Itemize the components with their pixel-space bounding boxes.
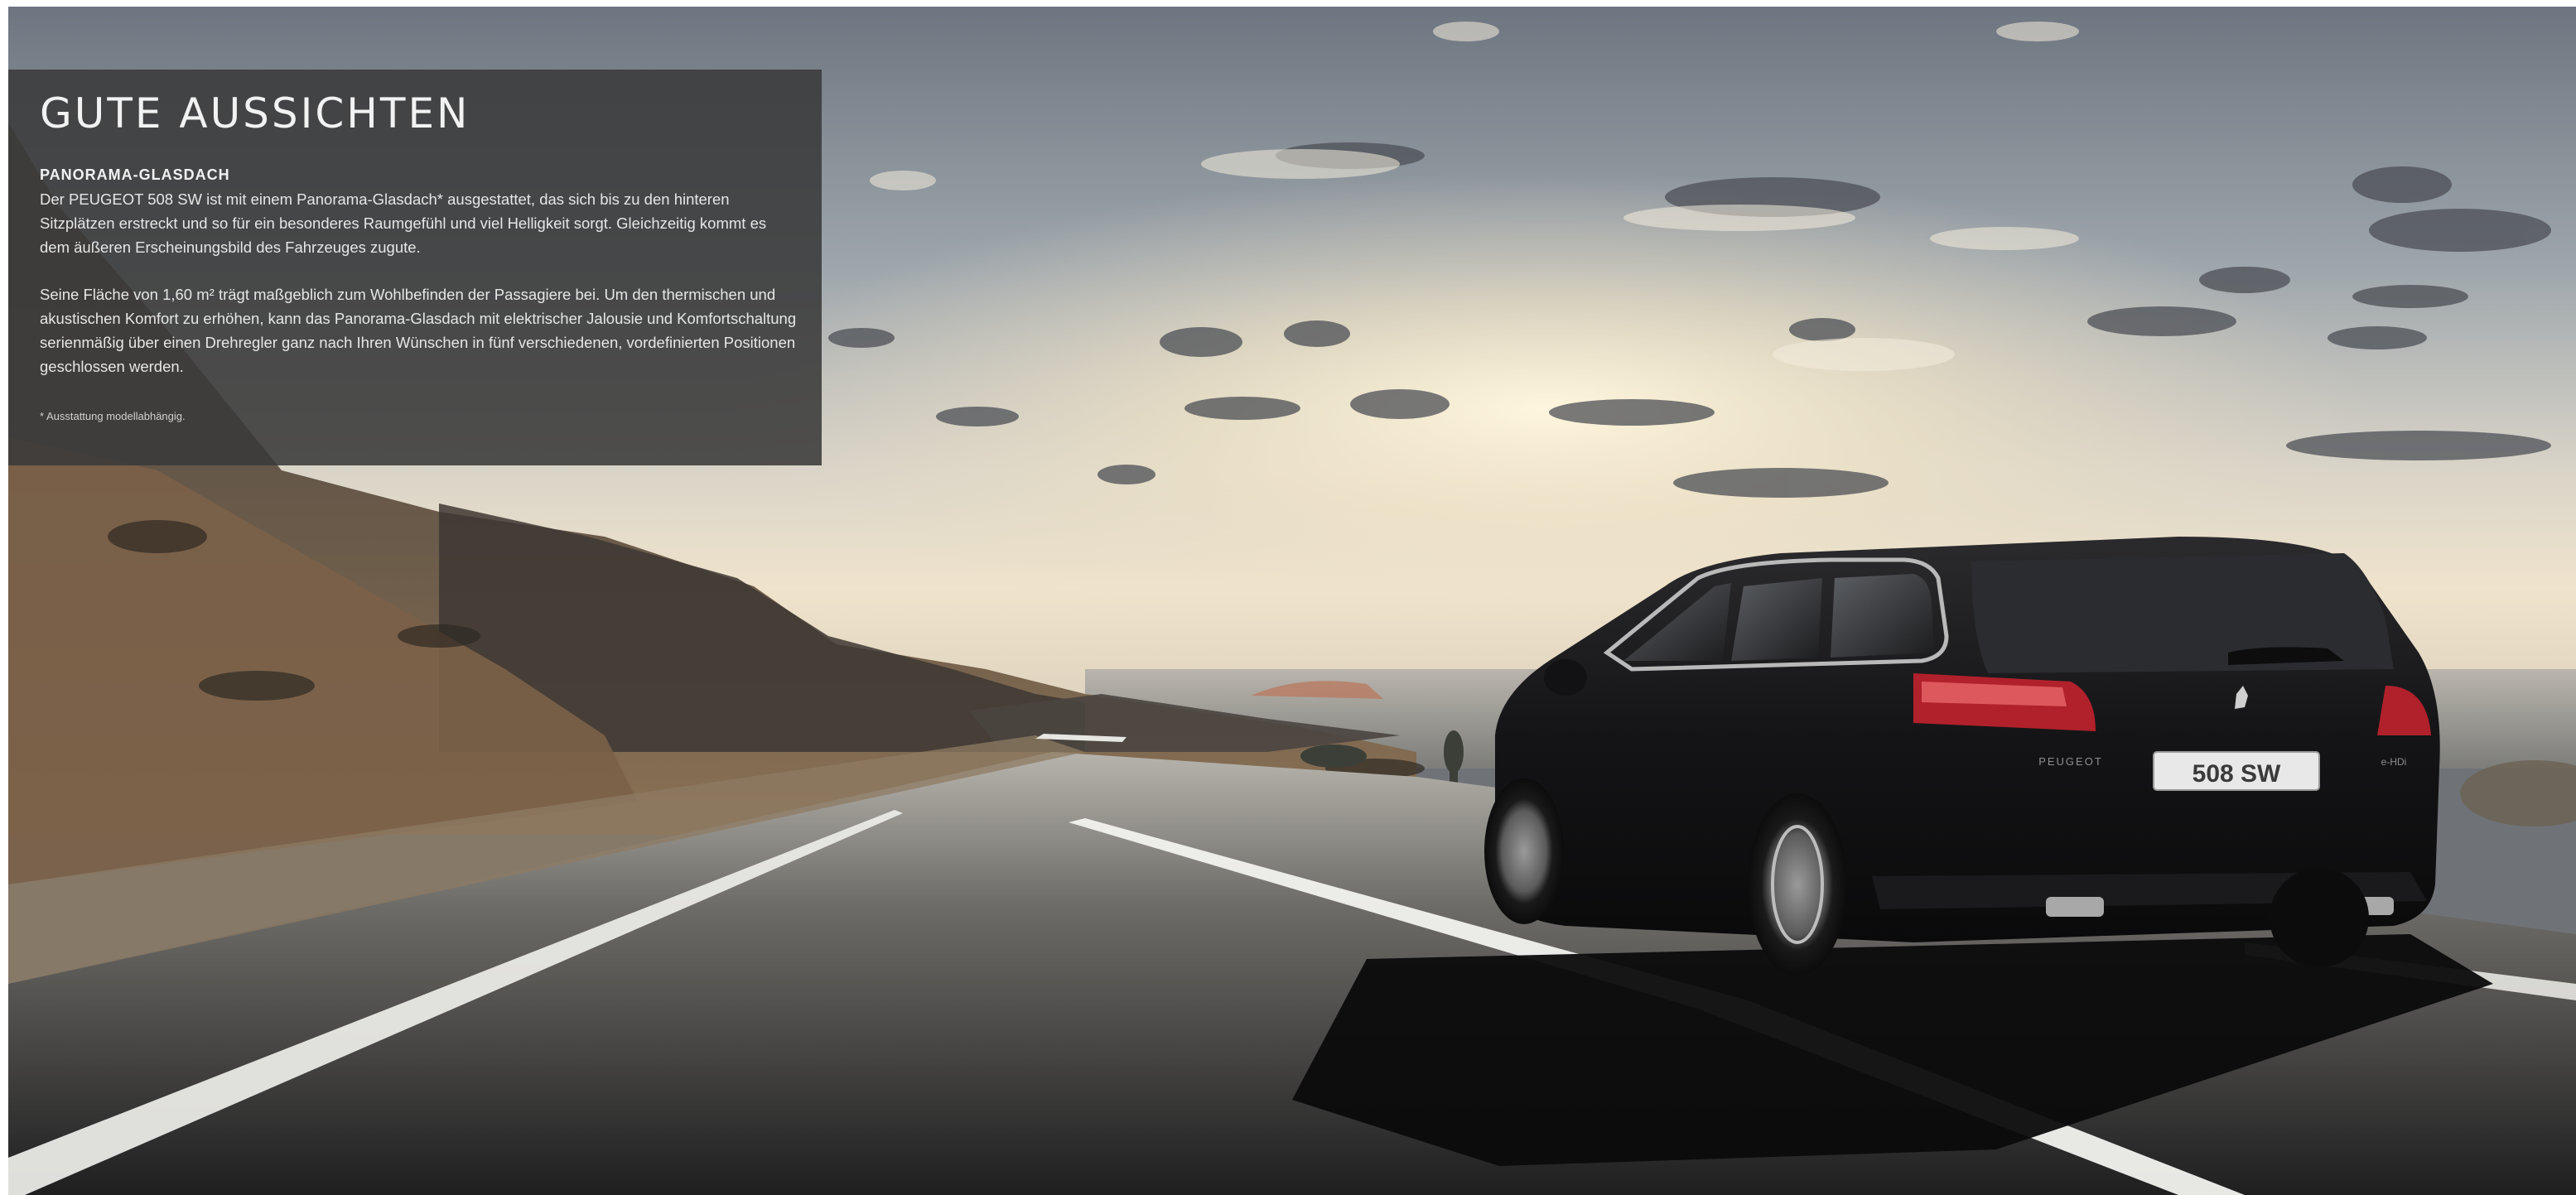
page-headline: GUTE AUSSICHTEN (40, 89, 470, 137)
body-paragraph-2: Seine Fläche von 1,60 m² trägt maßgeblic… (40, 286, 797, 375)
text-panel: GUTE AUSSICHTEN PANORAMA-GLASDACH Der PE… (8, 70, 822, 465)
tailgate-brand: PEUGEOT (2038, 755, 2103, 768)
model-badge: e-HDi (2381, 756, 2407, 768)
brochure-page: 508 SW PEUGEOT e-HDi GUTE AUSSICHTEN PAN… (8, 7, 2576, 1195)
footnote: * Ausstattung modellabhängig. (40, 410, 186, 422)
license-plate: 508 SW (2192, 760, 2281, 788)
body-paragraph-1: Der PEUGEOT 508 SW ist mit einem Panoram… (40, 190, 767, 256)
section-subheadline: PANORAMA-GLASDACH (40, 166, 230, 183)
